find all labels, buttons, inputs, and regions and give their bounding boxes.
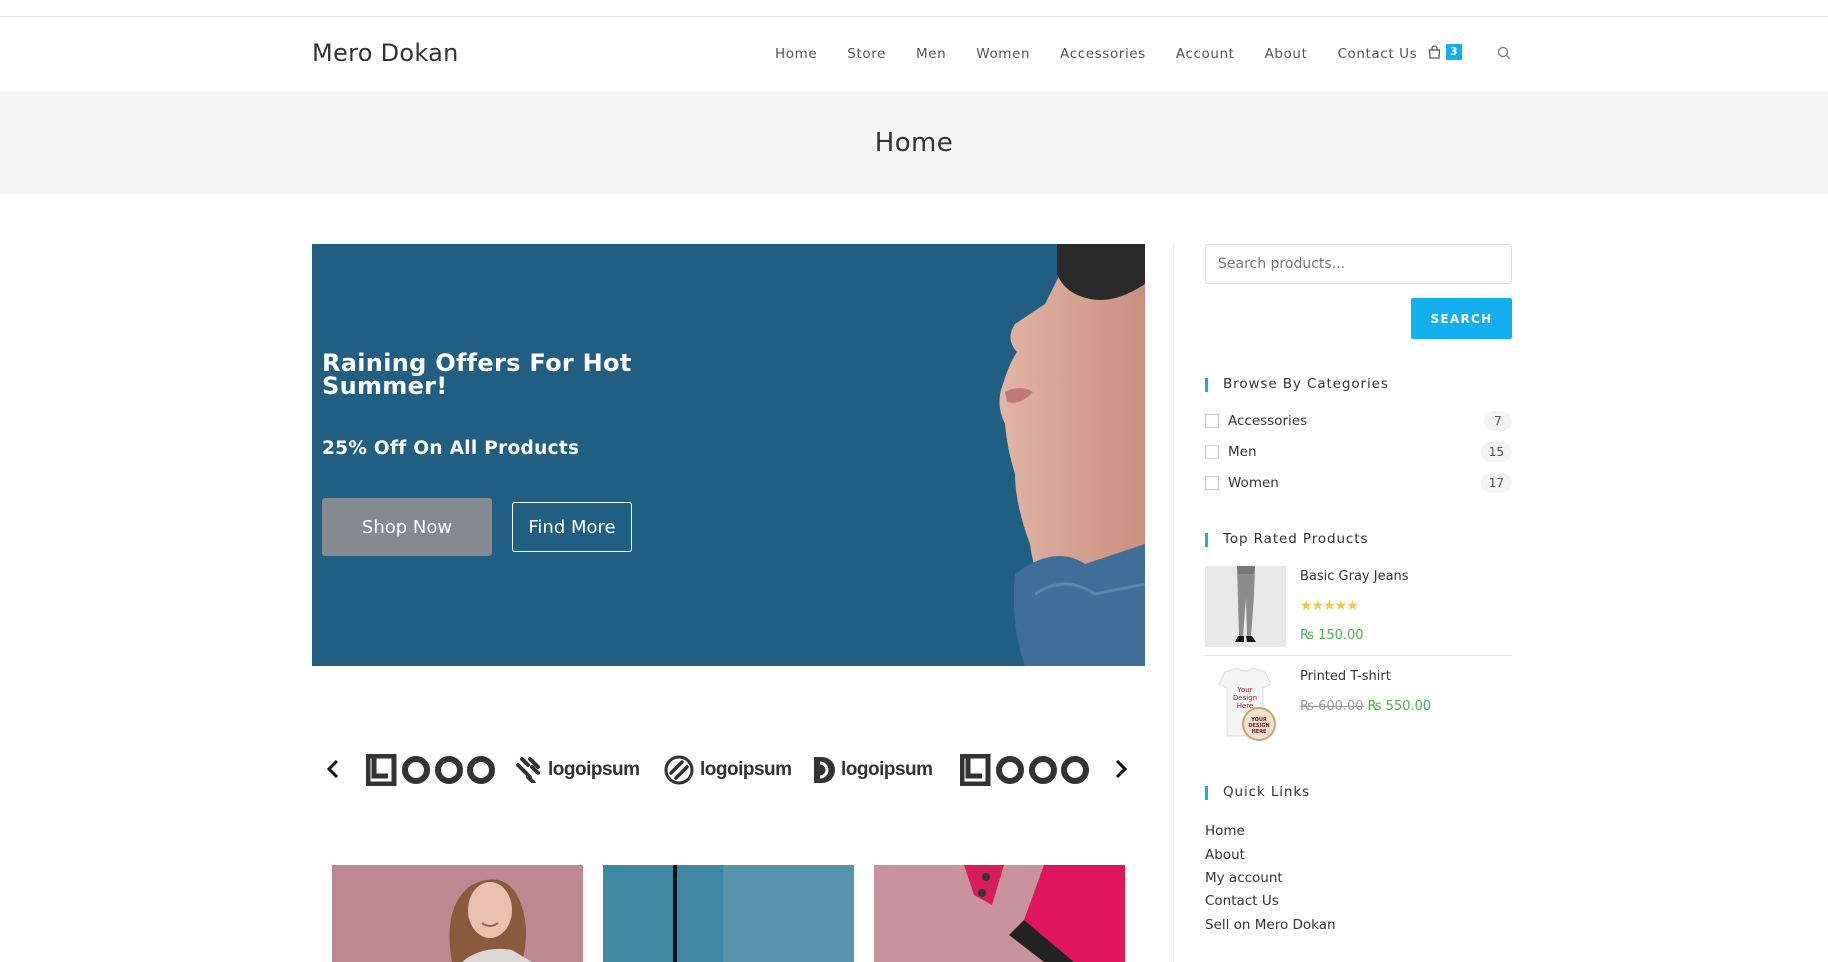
product-separator (1205, 655, 1512, 656)
brand-logo-1 (366, 752, 496, 788)
brand-logo-2-text: logoipsum (548, 759, 640, 780)
tshirt-badge-text-3: HERE (1252, 729, 1267, 735)
category-name[interactable]: Women (1228, 475, 1279, 491)
product-name[interactable]: Printed T-shirt (1300, 669, 1391, 684)
current-price: ₨ 150.00 (1300, 628, 1364, 643)
nav-store[interactable]: Store (847, 46, 886, 62)
category-name[interactable]: Accessories (1228, 413, 1307, 429)
accessories-photo (874, 865, 1125, 962)
brand-logo-4: logoipsum (812, 752, 933, 788)
top-rated-widget-title: Top Rated Products (1205, 531, 1368, 547)
site-title[interactable]: Mero Dokan (312, 39, 459, 67)
product-price: ₨ 600.00 ₨ 550.00 (1300, 695, 1431, 714)
carousel-prev-arrow[interactable] (326, 758, 340, 784)
search-button[interactable]: SEARCH (1411, 298, 1512, 339)
product-name[interactable]: Basic Gray Jeans (1300, 569, 1409, 584)
woman-photo (332, 865, 583, 962)
star-rating: ★★★★★ (1300, 598, 1359, 614)
cart-button[interactable]: 3 (1428, 44, 1462, 60)
nav-account[interactable]: Account (1176, 46, 1235, 62)
hero-banner: Raining Offers For Hot Summer! 25% Off O… (312, 244, 1145, 666)
category-checkbox[interactable] (1205, 414, 1219, 428)
nav-contact-us[interactable]: Contact Us (1337, 46, 1417, 62)
cart-count-badge: 3 (1446, 44, 1462, 60)
category-name[interactable]: Men (1228, 444, 1257, 460)
categories-widget-title: Browse By Categories (1205, 376, 1389, 392)
quick-link-contact-us[interactable]: Contact Us (1205, 893, 1279, 909)
hero-subtitle: 25% Off On All Products (322, 438, 580, 459)
find-more-button[interactable]: Find More (512, 502, 632, 552)
quick-links-widget-title: Quick Links (1205, 784, 1310, 800)
nav-women[interactable]: Women (976, 46, 1030, 62)
product-search-input[interactable] (1205, 244, 1512, 284)
nav-men[interactable]: Men (916, 46, 946, 62)
search-icon[interactable] (1497, 45, 1511, 64)
tshirt-print-text-2: Design (1233, 694, 1257, 702)
category-item-women: Women 17 (1205, 473, 1512, 493)
sidebar-divider (1173, 244, 1174, 962)
logo-carousel: logoipsum logoipsum logoipsum (312, 740, 1145, 800)
nav-about[interactable]: About (1265, 46, 1308, 62)
category-count: 15 (1480, 442, 1512, 462)
old-price: ₨ 600.00 (1300, 699, 1364, 714)
category-checkbox[interactable] (1205, 445, 1219, 459)
product-price: ₨ 150.00 (1300, 624, 1364, 643)
nav-home[interactable]: Home (775, 46, 817, 62)
hero-title: Raining Offers For Hot Summer! (322, 349, 632, 400)
nav-accessories[interactable]: Accessories (1060, 46, 1146, 62)
tshirt-print-text-1: Your (1237, 686, 1253, 694)
brand-logo-3: logoipsum (664, 752, 792, 788)
shop-now-button[interactable]: Shop Now (322, 498, 492, 556)
product-thumbnail-tshirt[interactable]: Your Design Here YOUR DESIGN HERE (1205, 666, 1286, 747)
category-item-men: Men 15 (1205, 442, 1512, 462)
site-header: Mero Dokan Home Store Men Women Accessor… (0, 17, 1828, 91)
category-item-accessories: Accessories 7 (1205, 411, 1512, 431)
shopping-bag-icon (1428, 45, 1441, 59)
brand-logo-4-text: logoipsum (841, 759, 933, 780)
quick-link-sell[interactable]: Sell on Mero Dokan (1205, 917, 1336, 933)
carousel-next-arrow[interactable] (1114, 758, 1128, 784)
tshirt-print-text-3: Here (1237, 702, 1254, 710)
page-header: Home (0, 91, 1828, 194)
main-nav: Home Store Men Women Accessories Account… (760, 17, 1432, 91)
page-title: Home (874, 127, 954, 158)
category-count: 17 (1480, 473, 1512, 493)
product-thumbnail-jeans[interactable] (1205, 566, 1286, 647)
men-photo (603, 865, 854, 962)
brand-logo-3-text: logoipsum (700, 759, 792, 780)
category-card-accessories[interactable] (874, 865, 1125, 962)
category-card-men[interactable] (603, 865, 854, 962)
brand-logo-2: logoipsum (516, 752, 640, 788)
hero-model-image (999, 244, 1145, 666)
brand-logo-5 (960, 752, 1090, 788)
top-strip (0, 0, 1828, 17)
quick-link-about[interactable]: About (1205, 847, 1245, 863)
quick-link-my-account[interactable]: My account (1205, 870, 1283, 886)
category-count: 7 (1484, 411, 1512, 431)
quick-link-home[interactable]: Home (1205, 823, 1245, 839)
current-price: ₨ 550.00 (1367, 699, 1432, 714)
category-card-women[interactable] (332, 865, 583, 962)
category-checkbox[interactable] (1205, 476, 1219, 490)
